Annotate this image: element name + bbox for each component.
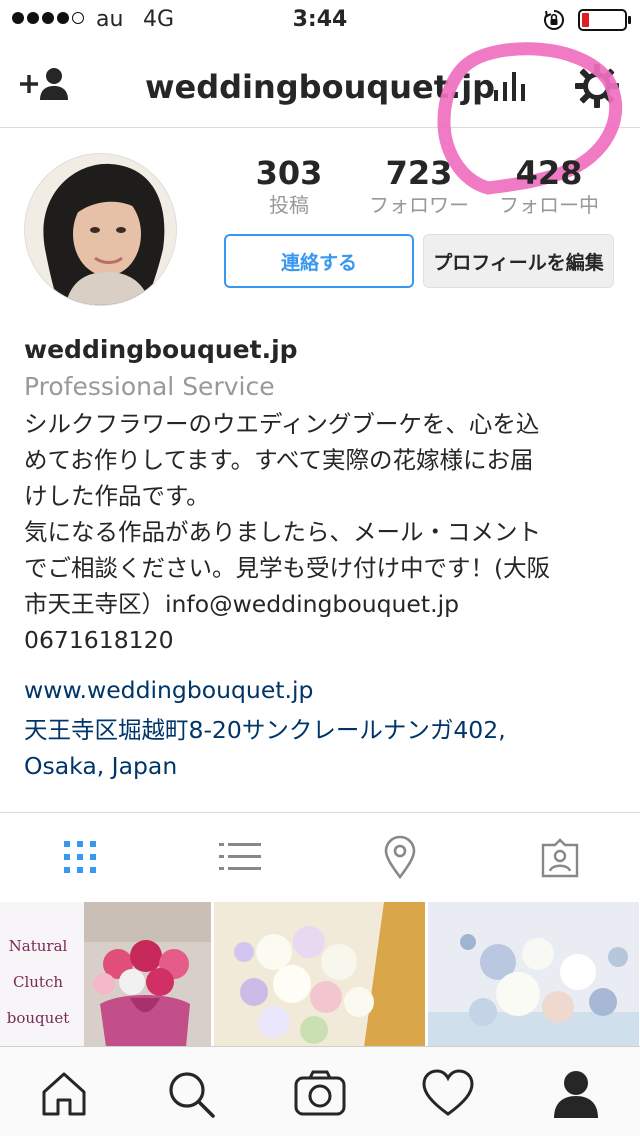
- profile-icon[interactable]: [548, 1066, 604, 1122]
- heart-icon[interactable]: [420, 1066, 476, 1122]
- bio-username: weddingbouquet.jp: [24, 335, 298, 364]
- edit-profile-button[interactable]: プロフィールを編集: [423, 234, 614, 288]
- following-count[interactable]: 428 フォロー中: [479, 155, 619, 219]
- photo-thumbnail[interactable]: [428, 902, 639, 1047]
- bio-category: Professional Service: [24, 372, 275, 401]
- tagged-photos-icon[interactable]: [540, 837, 580, 879]
- bio-description: シルクフラワーのウエディングブーケを、心を込 めてお作りしてます。すべて実際の花…: [24, 410, 551, 654]
- list-icon[interactable]: [219, 841, 261, 873]
- home-icon[interactable]: [36, 1066, 92, 1122]
- profile-avatar[interactable]: [24, 153, 177, 306]
- tile-caption: Natural Clutch bouquet: [6, 937, 70, 1027]
- battery-icon: [578, 9, 631, 31]
- followers-count[interactable]: 723 フォロワー: [349, 155, 489, 219]
- photo-thumbnail[interactable]: [214, 902, 425, 1047]
- top-navigation-bar: weddingbouquet.jp: [0, 40, 640, 195]
- profile-view-tabs: [0, 812, 640, 902]
- address-link[interactable]: 天王寺区堀越町8-20サンクレールナンガ402, Osaka, Japan: [24, 712, 614, 784]
- camera-icon[interactable]: [292, 1066, 348, 1122]
- location-pin-icon[interactable]: [383, 835, 417, 879]
- website-link[interactable]: www.weddingbouquet.jp: [24, 672, 614, 708]
- search-icon[interactable]: [163, 1066, 219, 1122]
- grid-icon[interactable]: [62, 839, 98, 875]
- rotation-lock-icon: [544, 10, 564, 30]
- posts-count[interactable]: 303 投稿: [219, 155, 359, 219]
- contact-button[interactable]: 連絡する: [224, 234, 414, 288]
- photo-thumbnail[interactable]: Natural Clutch bouquet: [0, 902, 211, 1047]
